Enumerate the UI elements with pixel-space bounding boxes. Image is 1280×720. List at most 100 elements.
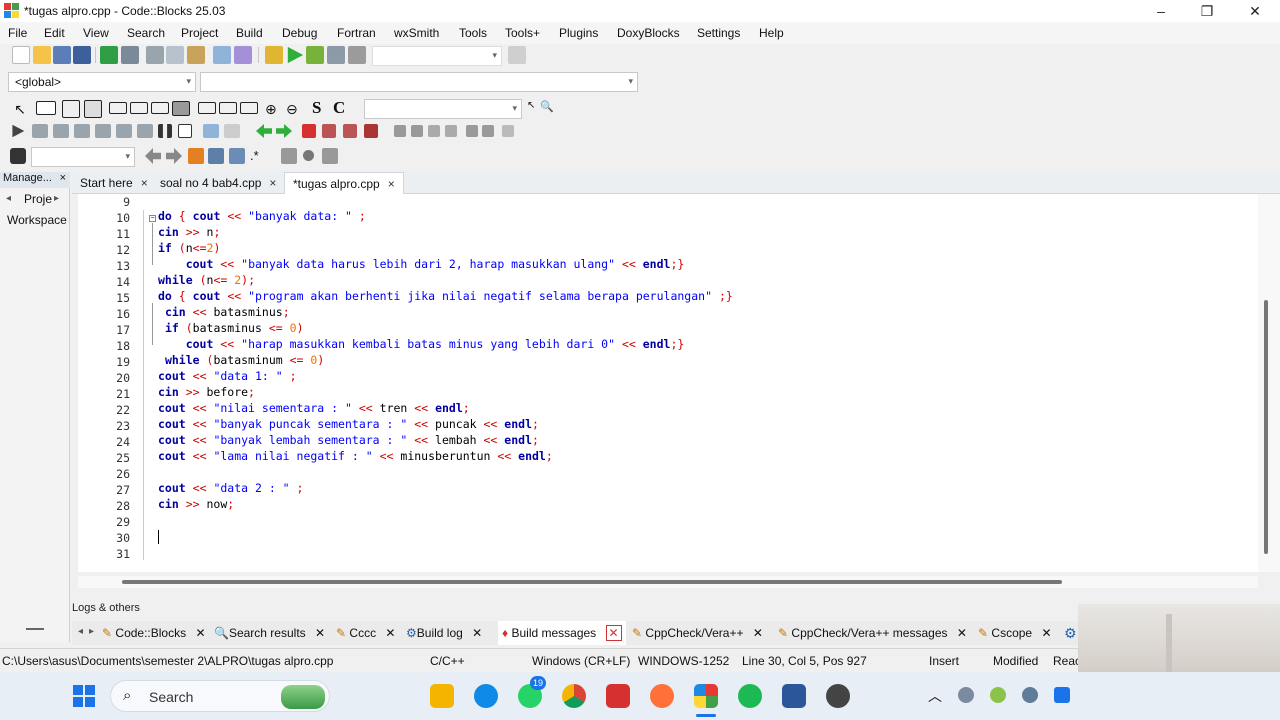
find-text-input[interactable]: ▾	[364, 99, 522, 119]
first-line-icon[interactable]	[281, 148, 297, 164]
logs-next-icon[interactable]: ▸	[89, 626, 94, 637]
jump-forward-icon[interactable]	[166, 148, 182, 164]
codeblocks-taskbar-icon[interactable]	[694, 684, 718, 708]
jump-select[interactable]: ▾	[31, 147, 135, 167]
open-folder-icon[interactable]	[33, 46, 51, 64]
menu-fortran[interactable]: Fortran	[337, 26, 376, 40]
next-instruction-icon[interactable]	[116, 124, 132, 138]
menu-doxyblocks[interactable]: DoxyBlocks	[617, 26, 680, 40]
chatgpt-icon[interactable]	[826, 684, 850, 708]
function-select[interactable]: ▾	[200, 72, 638, 92]
replace-icon[interactable]	[234, 46, 252, 64]
regex-icon[interactable]: .*	[250, 148, 264, 164]
find-prev-icon[interactable]: ↖	[527, 100, 537, 118]
redo-icon[interactable]	[121, 46, 139, 64]
projects-tab[interactable]: Proje	[24, 192, 52, 206]
build-run-icon[interactable]	[306, 46, 324, 64]
sizer-grid-icon[interactable]	[151, 102, 169, 114]
menu-plugins[interactable]: Plugins	[559, 26, 598, 40]
logs-tab-search-results[interactable]: 🔍Search results ✕	[210, 621, 329, 645]
next-line-icon[interactable]	[53, 124, 69, 138]
management-header[interactable]: Manage... ×	[0, 172, 70, 188]
delete-icon[interactable]	[10, 148, 26, 164]
logs-tab-cppcheck[interactable]: ✎ CppCheck/Vera++ ✕	[628, 621, 767, 645]
pointer-icon[interactable]: ↖	[11, 100, 29, 118]
debug-run-icon[interactable]	[12, 124, 25, 138]
doxy-line-icon[interactable]	[411, 125, 423, 137]
menu-tools[interactable]: Tools	[459, 26, 487, 40]
logs-tab-cccc[interactable]: ✎ Cccc ✕	[332, 621, 399, 645]
windows-start-icon[interactable]	[73, 685, 95, 707]
close-icon[interactable]: ✕	[957, 626, 967, 640]
menu-tools-plus[interactable]: Tools+	[505, 26, 540, 40]
dot-icon[interactable]	[303, 150, 314, 161]
fold-marker-icon[interactable]: −	[149, 215, 156, 222]
sizer-h-icon[interactable]	[109, 102, 127, 114]
tab-tugas-alpro[interactable]: *tugas alpro.cpp ×	[284, 172, 404, 194]
debug-windows-icon[interactable]	[203, 124, 219, 138]
spotify-icon[interactable]	[738, 684, 762, 708]
whatsapp-icon[interactable]: 19	[518, 676, 546, 708]
horizontal-scroll-thumb[interactable]	[122, 580, 1062, 584]
horizontal-scrollbar[interactable]	[78, 576, 1258, 588]
menu-wxsmith[interactable]: wxSmith	[394, 26, 439, 40]
close-icon[interactable]: ✕	[605, 625, 622, 641]
edge-icon[interactable]	[474, 684, 498, 708]
menu-file[interactable]: File	[8, 26, 27, 40]
logs-prev-icon[interactable]: ◂	[78, 626, 83, 637]
tray-cloud-icon[interactable]	[958, 687, 974, 703]
save-icon[interactable]	[53, 46, 71, 64]
text-case-icon[interactable]	[229, 148, 245, 164]
menu-project[interactable]: Project	[181, 26, 218, 40]
logs-tab-cscope[interactable]: ✎ Cscope ✕	[974, 621, 1056, 645]
panel-next-icon[interactable]: ▸	[54, 193, 59, 204]
run-icon[interactable]	[287, 46, 304, 64]
tray-security-icon[interactable]	[1054, 687, 1070, 703]
box-slash-icon[interactable]	[84, 100, 102, 118]
save-all-icon[interactable]	[73, 46, 91, 64]
panel-prev-icon[interactable]: ◂	[6, 193, 11, 204]
doxy-config-icon[interactable]	[502, 125, 514, 137]
menu-edit[interactable]: Edit	[44, 26, 65, 40]
doxy-block-icon[interactable]	[394, 125, 406, 137]
step-instruction-icon[interactable]	[137, 124, 153, 138]
gear-icon[interactable]: ⚙	[1064, 625, 1077, 642]
minimize-button[interactable]: –	[1138, 0, 1184, 22]
find-icon[interactable]	[213, 46, 231, 64]
s-toggle-button[interactable]: S	[312, 98, 330, 117]
new-file-icon[interactable]	[12, 46, 30, 64]
frame-icon[interactable]	[240, 102, 258, 114]
cut-icon[interactable]	[146, 46, 164, 64]
menu-settings[interactable]: Settings	[697, 26, 740, 40]
logs-tab-cppcheck-messages[interactable]: ✎ CppCheck/Vera++ messages ✕	[774, 621, 971, 645]
maximize-button[interactable]: ❐	[1184, 0, 1230, 22]
close-button[interactable]: ✕	[1232, 0, 1278, 22]
chrome-icon[interactable]	[562, 684, 586, 708]
logs-tab-build-messages[interactable]: ♦ Build messages ✕	[498, 621, 626, 645]
debug-info-icon[interactable]	[224, 124, 240, 138]
pause-icon[interactable]	[158, 124, 172, 138]
menu-debug[interactable]: Debug	[282, 26, 317, 40]
bookmark-forward-icon[interactable]	[343, 124, 357, 138]
logs-tab-build-log[interactable]: ⚙Build log ✕	[402, 621, 486, 645]
close-tab-icon[interactable]: ×	[269, 176, 276, 190]
sizer-v-icon[interactable]	[130, 102, 148, 114]
tray-app-icon[interactable]	[990, 687, 1006, 703]
bookmark-next-icon[interactable]	[276, 124, 292, 138]
firefox-icon[interactable]	[650, 684, 674, 708]
menu-view[interactable]: View	[83, 26, 109, 40]
close-icon[interactable]: ✕	[315, 626, 325, 640]
step-out-icon[interactable]	[95, 124, 111, 138]
word-icon[interactable]	[782, 684, 806, 708]
tab-start-here[interactable]: Start here ×	[72, 172, 156, 194]
scope-select[interactable]: <global> ▾	[8, 72, 196, 92]
close-icon[interactable]: ✕	[385, 626, 395, 640]
workspace-item[interactable]: Workspace	[7, 213, 67, 227]
copy-icon[interactable]	[166, 46, 184, 64]
logs-tab-codeblocks[interactable]: ✎ Code::Blocks ✕	[98, 621, 210, 645]
c-toggle-button[interactable]: C	[333, 98, 351, 117]
bookmark-prev-icon[interactable]	[256, 124, 272, 138]
build-target-select[interactable]: ▾	[372, 46, 502, 66]
jump-back-icon[interactable]	[145, 148, 161, 164]
box-cross-icon[interactable]	[62, 100, 80, 118]
